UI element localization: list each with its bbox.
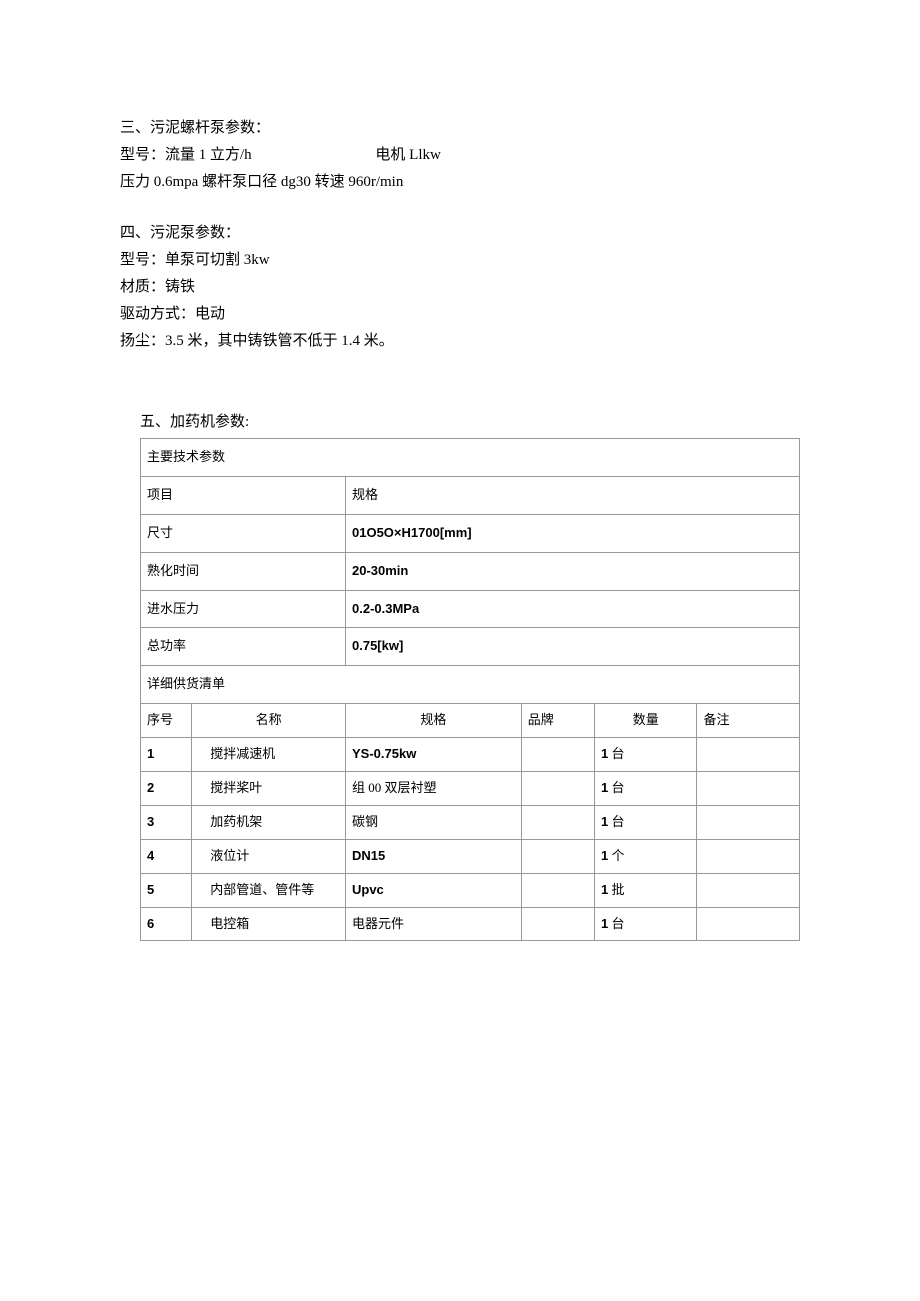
cell-brand	[521, 907, 594, 941]
col-item-header: 项目	[141, 476, 346, 514]
cell-name: 搅拌桨叶	[192, 772, 346, 806]
cell-brand	[521, 738, 594, 772]
table-row: 6 电控箱 电器元件 1 台	[141, 907, 800, 941]
supply-col-seq: 序号	[141, 704, 192, 738]
cell-name: 内部管道、管件等	[192, 873, 346, 907]
supply-col-brand: 品牌	[521, 704, 594, 738]
dosing-machine-table: 主要技术参数 项目 规格 尺寸 01O5O×H1700[mm] 熟化时间 20-…	[140, 438, 800, 941]
param-item: 总功率	[141, 628, 346, 666]
cell-brand	[521, 805, 594, 839]
cell-brand	[521, 873, 594, 907]
cell-qty: 1 台	[594, 805, 697, 839]
supply-col-name: 名称	[192, 704, 346, 738]
cell-note	[697, 805, 800, 839]
cell-seq: 4	[141, 839, 192, 873]
pressure-line: 压力 0.6mpa 螺杆泵口径 dg30 转速 960r/min	[120, 169, 800, 196]
cell-qty: 1 台	[594, 907, 697, 941]
section-3-title: 三、污泥螺杆泵参数：	[120, 115, 800, 142]
cell-seq: 5	[141, 873, 192, 907]
cell-note	[697, 907, 800, 941]
section-screw-pump: 三、污泥螺杆泵参数： 型号：流量 1 立方/h 电机 Llkw 压力 0.6mp…	[120, 115, 800, 196]
table-row: 3 加药机架 碳钢 1 台	[141, 805, 800, 839]
cell-note	[697, 839, 800, 873]
cell-name: 搅拌减速机	[192, 738, 346, 772]
cell-qty: 1 台	[594, 738, 697, 772]
cell-seq: 3	[141, 805, 192, 839]
cell-spec: DN15	[346, 839, 522, 873]
param-spec: 01O5O×H1700[mm]	[346, 514, 800, 552]
model-text: 型号：流量 1 立方/h	[120, 147, 252, 163]
cell-brand	[521, 772, 594, 806]
table-row: 2 搅拌桨叶 组 00 双层衬塑 1 台	[141, 772, 800, 806]
cell-note	[697, 873, 800, 907]
section-4-title: 四、污泥泵参数：	[120, 220, 800, 247]
table-row: 5 内部管道、管件等 Upvc 1 批	[141, 873, 800, 907]
cell-qty: 1 个	[594, 839, 697, 873]
param-spec: 0.2-0.3MPa	[346, 590, 800, 628]
cell-seq: 1	[141, 738, 192, 772]
supply-col-qty: 数量	[594, 704, 697, 738]
param-item: 熟化时间	[141, 552, 346, 590]
cell-note	[697, 738, 800, 772]
cell-spec: 碳钢	[346, 805, 522, 839]
cell-spec: YS-0.75kw	[346, 738, 522, 772]
cell-qty: 1 台	[594, 772, 697, 806]
col-spec-header: 规格	[346, 476, 800, 514]
model-line: 型号：流量 1 立方/h 电机 Llkw	[120, 142, 800, 169]
table-row: 4 液位计 DN15 1 个	[141, 839, 800, 873]
cell-spec: 电器元件	[346, 907, 522, 941]
section-5-title: 五、加药机参数:	[140, 409, 800, 436]
cell-seq: 6	[141, 907, 192, 941]
model-line: 型号：单泵可切割 3kw	[120, 247, 800, 274]
supply-col-spec: 规格	[346, 704, 522, 738]
cell-spec: Upvc	[346, 873, 522, 907]
table-row: 1 搅拌减速机 YS-0.75kw 1 台	[141, 738, 800, 772]
cell-seq: 2	[141, 772, 192, 806]
cell-name: 液位计	[192, 839, 346, 873]
param-item: 进水压力	[141, 590, 346, 628]
supply-header: 详细供货清单	[141, 666, 800, 704]
cell-name: 加药机架	[192, 805, 346, 839]
material-line: 材质：铸铁	[120, 274, 800, 301]
cell-note	[697, 772, 800, 806]
supply-col-note: 备注	[697, 704, 800, 738]
param-spec: 20-30min	[346, 552, 800, 590]
motor-text: 电机 Llkw	[375, 142, 440, 169]
param-item: 尺寸	[141, 514, 346, 552]
cell-name: 电控箱	[192, 907, 346, 941]
cell-spec: 组 00 双层衬塑	[346, 772, 522, 806]
main-params-header: 主要技术参数	[141, 439, 800, 477]
lift-line: 扬尘：3.5 米，其中铸铁管不低于 1.4 米。	[120, 328, 800, 355]
section-sludge-pump: 四、污泥泵参数： 型号：单泵可切割 3kw 材质：铸铁 驱动方式：电动 扬尘：3…	[120, 220, 800, 355]
cell-brand	[521, 839, 594, 873]
param-spec: 0.75[kw]	[346, 628, 800, 666]
drive-line: 驱动方式：电动	[120, 301, 800, 328]
cell-qty: 1 批	[594, 873, 697, 907]
